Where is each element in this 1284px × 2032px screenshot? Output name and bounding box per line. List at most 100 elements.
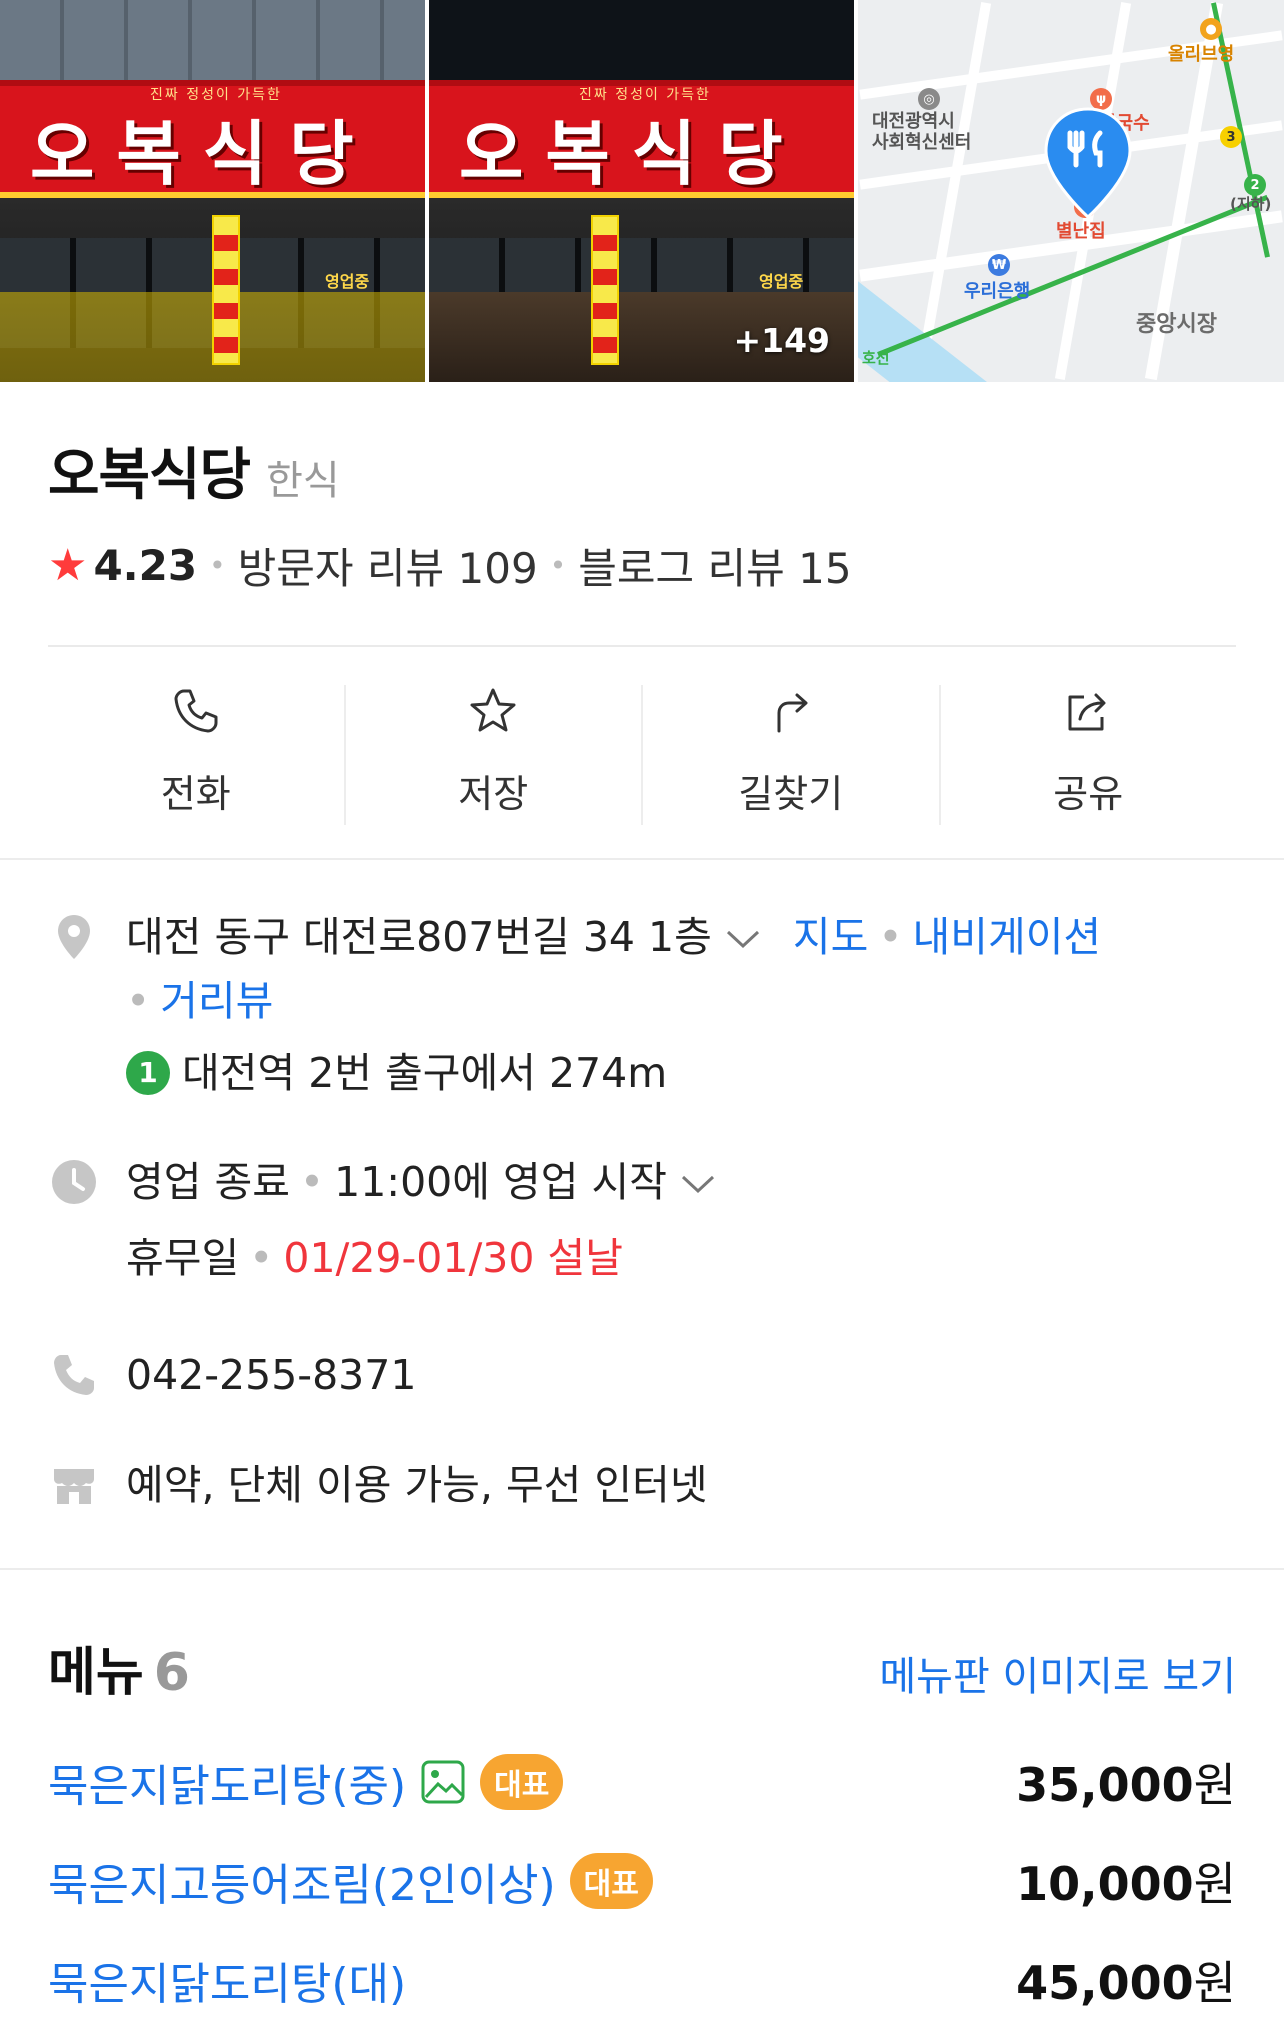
- bank-marker-icon: ₩: [988, 254, 1010, 276]
- separator-dot: •: [249, 1234, 274, 1282]
- directions-label: 길찾기: [738, 772, 844, 816]
- place-name: 오복식당: [48, 443, 251, 508]
- sign-text: 오복식당: [30, 112, 376, 195]
- holiday-dates: 01/29-01/30 설날: [283, 1234, 623, 1282]
- phone-number[interactable]: 042-255-8371: [126, 1351, 416, 1399]
- hours-body: 영업 종료 • 11:00에 영업 시작 휴무일 • 01/29-01/30 설날: [126, 1150, 1236, 1290]
- menu-item-name-wrap: 묵은지닭도리탕(중) 대표: [48, 1750, 564, 1814]
- blog-reviews-link[interactable]: 블로그 리뷰 15: [578, 535, 851, 596]
- map-label-underground: (지하): [1230, 195, 1272, 213]
- subway-exit-icon: 2: [1244, 174, 1266, 196]
- share-button[interactable]: 공유: [941, 685, 1237, 825]
- image-icon: [421, 1760, 465, 1804]
- divider: [48, 645, 1236, 647]
- price-unit: 원: [1193, 1758, 1236, 1812]
- restaurant-photo-2[interactable]: 진짜 정성이 가득한 오복식당 영업중 +149: [429, 0, 854, 382]
- menu-item-price: 10,000원: [1016, 1848, 1236, 1914]
- menu-item-price: 35,000원: [1016, 1749, 1236, 1815]
- menu-header: 메뉴 6 메뉴판 이미지로 보기: [48, 1630, 1236, 1705]
- save-button[interactable]: 저장: [346, 685, 643, 825]
- address-row: 대전 동구 대전로807번길 34 1층 지도 • 내비게이션 • 거리뷰 1 대전역 …: [48, 905, 1236, 1097]
- restaurant-photo-1[interactable]: 진짜 정성이 가득한 오복식당 영업중: [0, 0, 425, 382]
- clock-icon: [52, 1160, 96, 1204]
- save-label: 저장: [458, 772, 529, 816]
- price-unit: 원: [1193, 1857, 1236, 1911]
- divider: [0, 1568, 1284, 1570]
- menu-item-name[interactable]: 묵은지고등어조림(2인이상): [48, 1849, 556, 1913]
- menu-item-name[interactable]: 묵은지닭도리탕(중): [48, 1750, 406, 1814]
- building-marker-icon: ◎: [918, 88, 940, 110]
- business-status: 영업 종료: [126, 1158, 290, 1206]
- location-pin-icon: [1044, 107, 1132, 220]
- menu-item-name-wrap: 묵은지닭도리탕(대): [48, 1948, 406, 2012]
- open-tag: 영업중: [325, 272, 370, 291]
- holiday-label: 휴무일: [126, 1234, 240, 1282]
- photo-strip[interactable]: 진짜 정성이 가득한 오복식당 영업중 진짜 정성이 가득한 오복식당 영업중 …: [0, 0, 1284, 382]
- phone-icon: [54, 1355, 94, 1395]
- separator-dot: •: [549, 549, 567, 582]
- hours-row: 영업 종료 • 11:00에 영업 시작 휴무일 • 01/29-01/30 설날: [48, 1150, 1236, 1300]
- place-category: 한식: [266, 458, 340, 504]
- menu-item[interactable]: 묵은지고등어조림(2인이상) 대표 10,000원: [48, 1846, 1236, 1916]
- signature-badge: 대표: [569, 1853, 653, 1909]
- separator-dot: •: [126, 977, 151, 1025]
- menu-item[interactable]: 묵은지닭도리탕(중) 대표 35,000원: [48, 1747, 1236, 1817]
- phone-row: 042-255-8371: [48, 1343, 1236, 1413]
- separator-dot: •: [209, 549, 226, 582]
- chevron-down-icon[interactable]: [724, 928, 762, 952]
- separator-dot: •: [878, 913, 903, 961]
- directions-button[interactable]: 길찾기: [643, 685, 941, 825]
- map-label-jungang: 중앙시장: [1136, 312, 1217, 337]
- address-text[interactable]: 대전 동구 대전로807번길 34 1층: [126, 913, 712, 961]
- map-label-byeolnan: 별난집: [1056, 221, 1106, 242]
- phone-body: 042-255-8371: [126, 1343, 1236, 1407]
- subway-line-3-icon: 3: [1220, 126, 1242, 148]
- subway-line-badge: 1: [126, 1051, 170, 1095]
- stats-row: ★ 4.23 • 방문자 리뷰 109 • 블로그 리뷰 15: [48, 535, 852, 596]
- store-icon: [54, 1469, 94, 1504]
- restaurant-sign: 진짜 정성이 가득한 오복식당: [429, 80, 854, 198]
- menu-image-link[interactable]: 메뉴판 이미지로 보기: [879, 1644, 1236, 1702]
- map-link[interactable]: 지도: [793, 913, 868, 961]
- price-value: 45,000: [1016, 1956, 1194, 2010]
- rating-star-icon: ★: [48, 540, 88, 591]
- directions-arrow-icon: [777, 693, 808, 733]
- menu-item-name[interactable]: 묵은지닭도리탕(대): [48, 1948, 406, 2012]
- share-icon: [1068, 693, 1106, 731]
- map-label-woori: 우리은행: [964, 281, 1031, 302]
- sign-text: 오복식당: [459, 112, 805, 195]
- amenities-body: 예약, 단체 이용 가능, 무선 인터넷: [126, 1453, 1236, 1517]
- amenities-text: 예약, 단체 이용 가능, 무선 인터넷: [126, 1461, 708, 1509]
- map-label-olive: 올리브영: [1168, 44, 1235, 65]
- action-bar: 전화 저장 길찾기 공유: [48, 685, 1236, 825]
- subway-distance-text: 대전역 2번 출구에서 274m: [182, 1049, 668, 1097]
- menu-item-price: 45,000원: [1016, 1947, 1236, 2013]
- visitor-reviews-link[interactable]: 방문자 리뷰 109: [238, 535, 538, 596]
- call-button[interactable]: 전화: [48, 685, 346, 825]
- location-pin-icon: [58, 915, 90, 959]
- price-value: 10,000: [1016, 1857, 1194, 1911]
- price-value: 35,000: [1016, 1758, 1194, 1812]
- map-thumbnail[interactable]: ● 올리브영 ◎ 대전광역시 사회혁신센터 ψ 칼국수 ψ 별난집 ₩ 우리은행…: [858, 0, 1284, 382]
- vertical-banner: [591, 215, 619, 365]
- street-view-link[interactable]: 거리뷰: [160, 977, 273, 1025]
- map-label-line: 호선: [862, 349, 890, 367]
- menu-count: 6: [153, 1643, 190, 1703]
- map-image: ● 올리브영 ◎ 대전광역시 사회혁신센터 ψ 칼국수 ψ 별난집 ₩ 우리은행…: [858, 0, 1284, 382]
- title-row: 오복식당 한식: [48, 430, 340, 511]
- menu-item[interactable]: 묵은지닭도리탕(대) 45,000원: [48, 1945, 1236, 2015]
- open-time[interactable]: 11:00에 영업 시작: [334, 1158, 667, 1206]
- vertical-banner: [212, 215, 240, 365]
- map-label-center: 대전광역시 사회혁신센터: [872, 111, 972, 153]
- phone-icon: [174, 689, 218, 733]
- olive-young-marker-icon: ●: [1200, 18, 1222, 40]
- navigation-link[interactable]: 내비게이션: [913, 913, 1102, 961]
- more-photos-count[interactable]: +149: [733, 321, 830, 360]
- chevron-down-icon[interactable]: [679, 1173, 717, 1197]
- signature-badge: 대표: [480, 1754, 564, 1810]
- star-outline-icon: [470, 688, 516, 732]
- open-tag: 영업중: [759, 272, 804, 291]
- divider: [0, 858, 1284, 860]
- rating-value: 4.23: [93, 541, 198, 590]
- menu-item-name-wrap: 묵은지고등어조림(2인이상) 대표: [48, 1849, 653, 1913]
